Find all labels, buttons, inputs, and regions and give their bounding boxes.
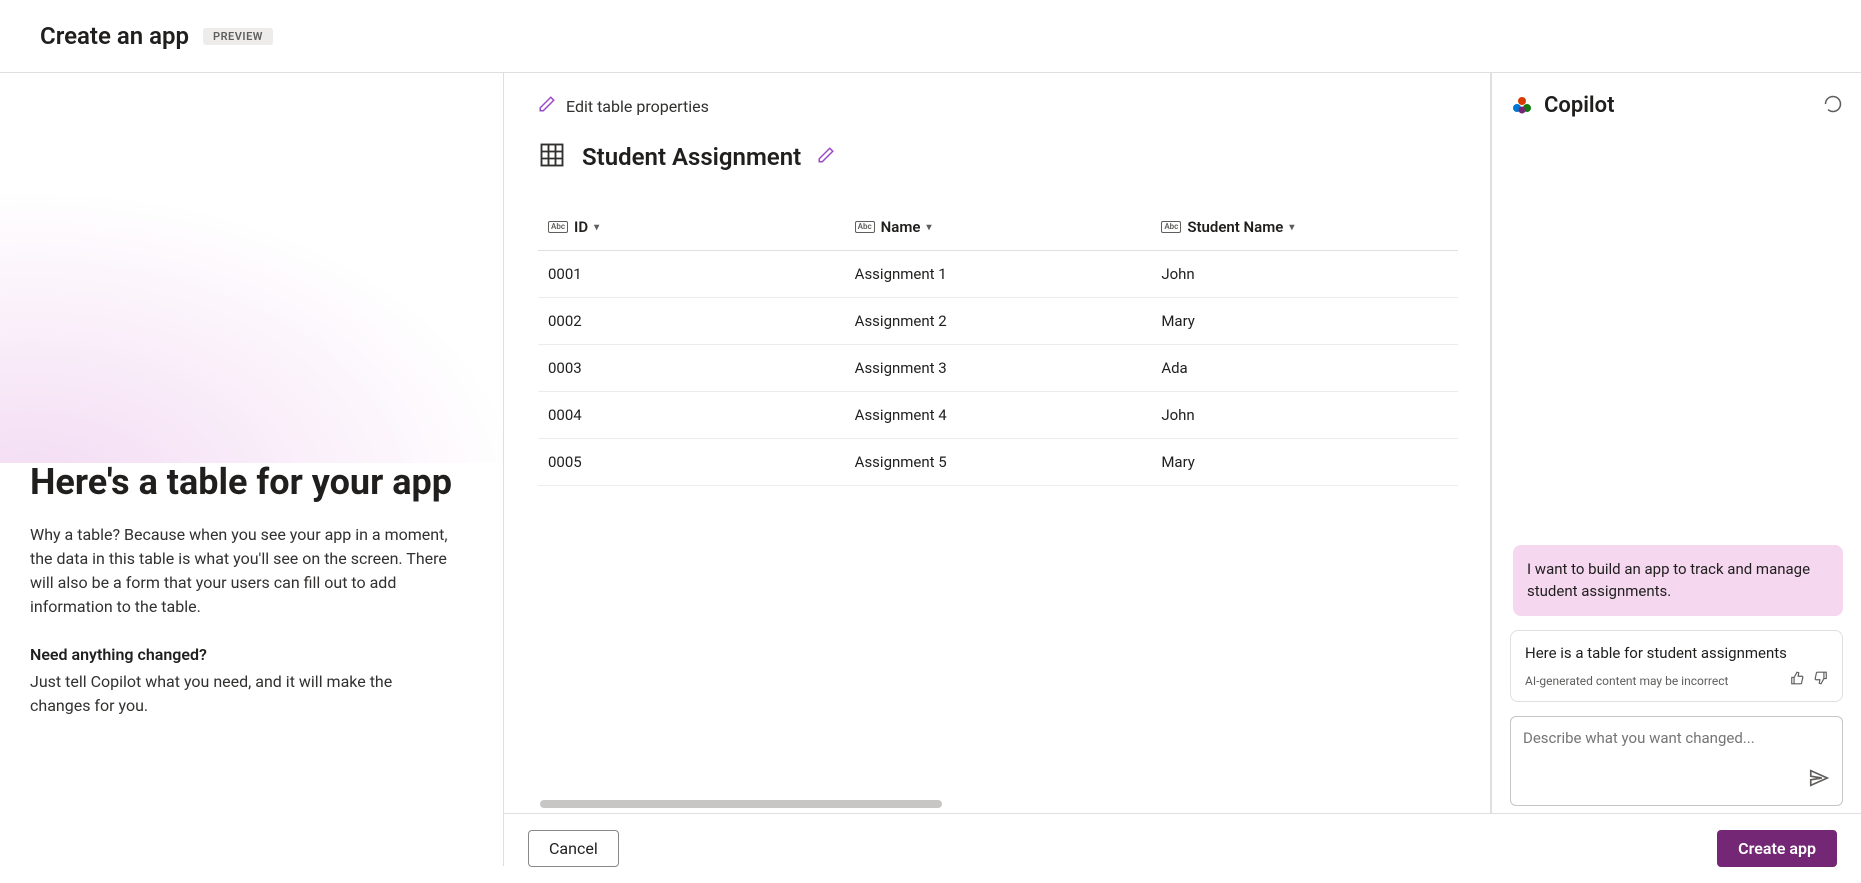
table-cell[interactable]: 0004 [538, 392, 845, 439]
table-icon [538, 141, 566, 173]
table-cell[interactable]: Mary [1151, 298, 1458, 345]
copilot-panel: Copilot I want to build an app to track … [1491, 73, 1861, 866]
chevron-down-icon: ▾ [1289, 222, 1294, 233]
table-row[interactable]: 0004Assignment 4John [538, 392, 1458, 439]
info-heading: Here's a table for your app [30, 463, 475, 503]
copilot-input-box[interactable] [1510, 716, 1843, 806]
text-type-icon: Abc [855, 221, 875, 233]
thumbs-up-icon[interactable] [1790, 671, 1804, 691]
table-cell[interactable]: John [1151, 392, 1458, 439]
page-title: Create an app [40, 22, 189, 50]
horizontal-scrollbar[interactable] [540, 800, 942, 808]
edit-table-properties-link[interactable]: Edit table properties [504, 73, 1490, 131]
data-table: AbcID▾ AbcName▾ AbcStudent Name▾ 0001Ass… [538, 201, 1458, 486]
edit-table-properties-label: Edit table properties [566, 97, 709, 116]
footer-bar: Cancel Create app [504, 813, 1861, 883]
table-cell[interactable]: Assignment 1 [845, 251, 1152, 298]
copilot-logo-icon [1510, 94, 1534, 118]
chevron-down-icon: ▾ [926, 222, 931, 233]
assistant-message: Here is a table for student assignments … [1510, 630, 1843, 702]
table-row[interactable]: 0001Assignment 1John [538, 251, 1458, 298]
table-cell[interactable]: 0003 [538, 345, 845, 392]
table-cell[interactable]: 0001 [538, 251, 845, 298]
chevron-down-icon: ▾ [594, 222, 599, 233]
table-cell[interactable]: 0005 [538, 439, 845, 486]
table-row[interactable]: 0005Assignment 5Mary [538, 439, 1458, 486]
change-heading: Need anything changed? [30, 645, 475, 664]
info-panel: Here's a table for your app Why a table?… [0, 73, 504, 866]
edit-table-name-icon[interactable] [817, 146, 835, 168]
assistant-message-text: Here is a table for student assignments [1525, 643, 1828, 665]
send-icon[interactable] [1808, 767, 1830, 793]
info-description: Why a table? Because when you see your a… [30, 523, 470, 619]
pencil-icon [538, 95, 556, 117]
column-header-id[interactable]: AbcID▾ [538, 201, 845, 251]
table-cell[interactable]: 0002 [538, 298, 845, 345]
user-message: I want to build an app to track and mana… [1513, 545, 1843, 617]
thumbs-down-icon[interactable] [1814, 671, 1828, 691]
text-type-icon: Abc [1161, 221, 1181, 233]
create-app-button[interactable]: Create app [1717, 830, 1837, 867]
table-cell[interactable]: Mary [1151, 439, 1458, 486]
copilot-title: Copilot [1544, 93, 1614, 118]
cancel-button[interactable]: Cancel [528, 830, 619, 867]
table-cell[interactable]: Assignment 5 [845, 439, 1152, 486]
preview-badge: PREVIEW [203, 28, 273, 45]
table-row[interactable]: 0003Assignment 3Ada [538, 345, 1458, 392]
table-cell[interactable]: Assignment 4 [845, 392, 1152, 439]
copilot-input[interactable] [1523, 729, 1794, 789]
page-header: Create an app PREVIEW [0, 0, 1861, 73]
table-title: Student Assignment [582, 143, 801, 171]
change-description: Just tell Copilot what you need, and it … [30, 670, 450, 718]
column-header-name[interactable]: AbcName▾ [845, 201, 1152, 251]
table-cell[interactable]: John [1151, 251, 1458, 298]
text-type-icon: Abc [548, 221, 568, 233]
ai-disclaimer-inline: AI-generated content may be incorrect [1525, 673, 1728, 690]
table-panel: Edit table properties Student Assignment… [504, 73, 1491, 866]
table-cell[interactable]: Assignment 3 [845, 345, 1152, 392]
refresh-icon[interactable] [1823, 94, 1843, 118]
column-header-student-name[interactable]: AbcStudent Name▾ [1151, 201, 1458, 251]
table-cell[interactable]: Assignment 2 [845, 298, 1152, 345]
table-row[interactable]: 0002Assignment 2Mary [538, 298, 1458, 345]
table-cell[interactable]: Ada [1151, 345, 1458, 392]
